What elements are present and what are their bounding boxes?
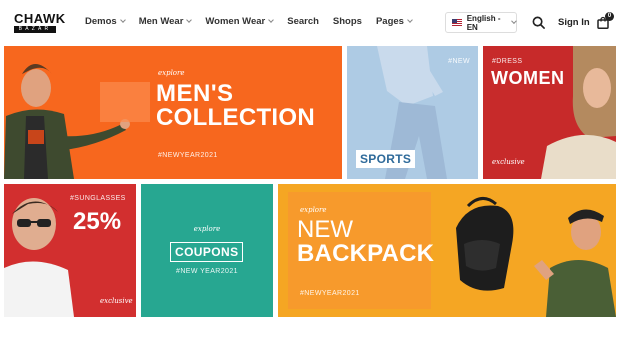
banner-title-line1: NEW: [297, 216, 353, 243]
site-header: CHAWK BAZAR Demos Men Wear Women Wear Se…: [0, 0, 620, 46]
language-selector[interactable]: English - EN: [445, 12, 517, 33]
banner-sports[interactable]: #NEW SPORTS: [347, 46, 478, 179]
sunglasses-model-image: [4, 198, 74, 317]
sign-in-link[interactable]: Sign In: [558, 17, 590, 28]
explore-script: explore: [193, 225, 221, 233]
banner-hashtag: #NEWYEAR2021: [300, 290, 360, 297]
banner-hashtag: #NEWYEAR2021: [158, 152, 218, 159]
nav-item-demos[interactable]: Demos: [85, 16, 126, 27]
banner-title: WOMEN: [491, 68, 565, 88]
nav-item-pages[interactable]: Pages: [375, 16, 413, 27]
logo-subtext: BAZAR: [14, 26, 56, 33]
nav-item-women-wear[interactable]: Women Wear: [205, 16, 275, 27]
banner-hashtag: #NEW: [448, 58, 470, 65]
main-nav: Demos Men Wear Women Wear Search Shops P…: [85, 16, 426, 27]
banner-new-backpack[interactable]: explore NEW BACKPACK #NEWYEAR2021: [278, 184, 616, 317]
exclusive-script: exclusive: [100, 297, 133, 305]
chevron-down-icon: [186, 17, 193, 23]
nav-label: Search: [287, 16, 319, 27]
discount-value: 25%: [73, 208, 122, 235]
nav-item-shops[interactable]: Shops: [333, 16, 362, 27]
nav-item-search[interactable]: Search: [287, 16, 319, 27]
nav-label: Women Wear: [205, 16, 266, 27]
banner-hashtag: #SUNGLASSES: [70, 195, 126, 202]
nav-label: Men Wear: [138, 16, 184, 27]
banner-title-line1: MEN'S: [156, 80, 234, 107]
chevron-down-icon: [268, 17, 275, 23]
banner-mens-collection[interactable]: explore MEN'S COLLECTION #NEWYEAR2021: [4, 46, 342, 179]
us-flag-icon: [452, 18, 462, 27]
logo-text: CHAWK: [14, 11, 66, 26]
nav-label: Pages: [375, 16, 404, 27]
nav-label: Demos: [85, 16, 117, 27]
language-label: English - EN: [466, 13, 501, 32]
banner-women[interactable]: #DRESS WOMEN exclusive: [483, 46, 616, 179]
banner-title-line2: BACKPACK: [297, 240, 435, 267]
chevron-down-icon: [511, 18, 517, 24]
logo[interactable]: CHAWK BAZAR: [14, 12, 66, 33]
explore-script: explore: [158, 69, 185, 77]
explore-script: explore: [300, 206, 327, 214]
banner-title-line2: COLLECTION: [156, 104, 315, 131]
nav-item-men-wear[interactable]: Men Wear: [138, 16, 193, 27]
exclusive-script: exclusive: [492, 158, 525, 166]
banner-hashtag: #DRESS: [492, 58, 523, 65]
backpack-image: [456, 197, 616, 317]
banner-coupons[interactable]: explore COUPONS #NEW YEAR2021: [141, 184, 273, 317]
search-icon[interactable]: [532, 16, 545, 29]
banner-sunglasses[interactable]: #SUNGLASSES 25% exclusive: [4, 184, 136, 317]
decorative-square: [100, 82, 150, 122]
nav-label: Shops: [332, 16, 362, 27]
chevron-down-icon: [407, 17, 413, 23]
banner-title: COUPONS: [170, 242, 244, 262]
cart-count-badge: 0: [605, 12, 614, 21]
chevron-down-icon: [119, 17, 126, 23]
banner-hashtag: #NEW YEAR2021: [176, 268, 238, 275]
banner-title: SPORTS: [356, 150, 416, 168]
